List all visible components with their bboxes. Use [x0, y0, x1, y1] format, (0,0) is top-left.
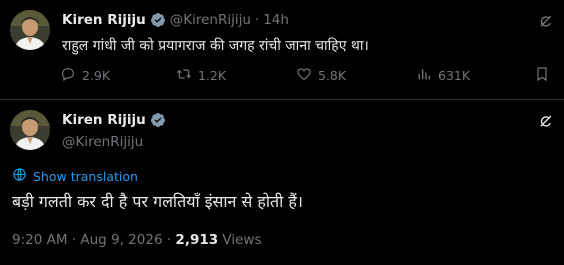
grok-icon[interactable]: [537, 112, 555, 134]
verified-badge-icon: [150, 12, 166, 28]
retweet-count: 1.2K: [198, 68, 227, 83]
reply-count: 2.9K: [82, 68, 111, 83]
tweet-meta: 9:20 AM · Aug 9, 2026 · 2,913 Views: [12, 232, 262, 248]
reply-button[interactable]: 2.9K: [60, 66, 110, 85]
verified-badge-icon: [150, 112, 166, 128]
action-bar: 2.9K 1.2K 5.8K 631K: [60, 66, 554, 86]
like-button[interactable]: 5.8K: [296, 66, 346, 85]
views-label: Views: [218, 232, 262, 248]
author-name[interactable]: Kiren Rijiju: [62, 112, 146, 128]
author-handle[interactable]: @KirenRijiju: [170, 12, 251, 28]
views-icon: [416, 66, 438, 85]
avatar[interactable]: [10, 110, 50, 150]
reply-icon: [60, 66, 82, 85]
show-translation-label: Show translation: [33, 168, 138, 184]
avatar[interactable]: [10, 10, 50, 50]
parent-tweet[interactable]: Kiren Rijiju @KirenRijiju · 14h राहुल गा…: [0, 0, 564, 99]
tweet-text: राहुल गांधी जी को प्रयागराज की जगह रांची…: [62, 38, 369, 54]
views-count: 631K: [438, 68, 471, 83]
globe-icon: [12, 167, 33, 185]
like-count: 5.8K: [318, 68, 347, 83]
bookmark-button[interactable]: [534, 66, 556, 85]
tweet-time[interactable]: 14h: [263, 12, 289, 28]
views-button[interactable]: 631K: [416, 66, 470, 85]
timestamp[interactable]: 9:20 AM · Aug 9, 2026 ·: [12, 232, 175, 248]
bookmark-icon: [534, 66, 556, 85]
author-handle[interactable]: @KirenRijiju: [62, 134, 143, 150]
grok-icon[interactable]: [537, 12, 555, 34]
retweet-icon: [176, 66, 198, 85]
like-icon: [296, 66, 318, 85]
show-translation-link[interactable]: Show translation: [12, 167, 138, 185]
separator-dot: ·: [254, 12, 260, 28]
views-count: 2,913: [175, 232, 219, 248]
author-name[interactable]: Kiren Rijiju: [62, 12, 146, 28]
tweet-text: बड़ी गलती कर दी है पर गलतियाँ इंसान से ह…: [12, 192, 303, 211]
divider: [0, 99, 564, 100]
retweet-button[interactable]: 1.2K: [176, 66, 226, 85]
